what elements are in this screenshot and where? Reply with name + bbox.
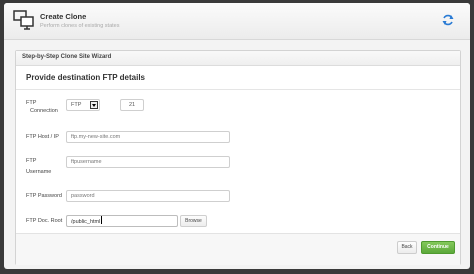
ftp-username-input[interactable]: ftpusername bbox=[66, 156, 230, 168]
wizard-panel: Step-by-Step Clone Site Wizard Provide d… bbox=[15, 50, 461, 265]
ftp-username-label: FTP Username bbox=[26, 157, 51, 176]
section-divider bbox=[16, 89, 460, 90]
ftp-username-label-line1: FTP bbox=[26, 158, 37, 164]
back-button[interactable]: Back bbox=[397, 241, 417, 254]
clone-window: Create Clone Perform clones of existing … bbox=[4, 3, 470, 269]
ftp-connection-label-line2: Connection bbox=[30, 108, 58, 114]
monitors-icon bbox=[13, 10, 34, 30]
ftp-username-label-line2: Username bbox=[26, 169, 52, 175]
wizard-footer: Back Continue bbox=[16, 233, 460, 265]
chevron-down-icon[interactable] bbox=[90, 101, 98, 109]
section-title: Provide destination FTP details bbox=[26, 73, 145, 82]
page-subtitle: Perform clones of existing states bbox=[40, 23, 120, 29]
ftp-host-input[interactable]: ftp.my-new-site.com bbox=[66, 131, 230, 143]
connection-type-select[interactable]: FTP bbox=[66, 99, 100, 111]
ftp-host-label: FTP Host / IP bbox=[26, 134, 59, 140]
continue-button[interactable]: Continue bbox=[421, 241, 455, 254]
wizard-panel-header: Step-by-Step Clone Site Wizard bbox=[16, 51, 460, 66]
ftp-docroot-value: /public_html bbox=[71, 219, 101, 225]
ftp-password-input[interactable]: password bbox=[66, 190, 230, 202]
ftp-docroot-label: FTP Doc. Root bbox=[26, 218, 63, 224]
connection-type-value: FTP bbox=[71, 102, 82, 108]
page-header: Create Clone Perform clones of existing … bbox=[4, 3, 470, 40]
wizard-panel-title: Step-by-Step Clone Site Wizard bbox=[22, 54, 112, 60]
page-title: Create Clone bbox=[40, 12, 87, 21]
refresh-icon[interactable] bbox=[441, 13, 455, 27]
ftp-connection-label-line1: FTP bbox=[26, 100, 37, 106]
browse-button[interactable]: Browse bbox=[180, 215, 207, 227]
ftp-docroot-input[interactable]: /public_html bbox=[66, 215, 178, 227]
port-input[interactable]: 21 bbox=[120, 99, 144, 111]
ftp-password-label: FTP Password bbox=[26, 193, 62, 199]
ftp-connection-label: FTP Connection bbox=[26, 99, 58, 115]
text-caret bbox=[101, 216, 103, 224]
